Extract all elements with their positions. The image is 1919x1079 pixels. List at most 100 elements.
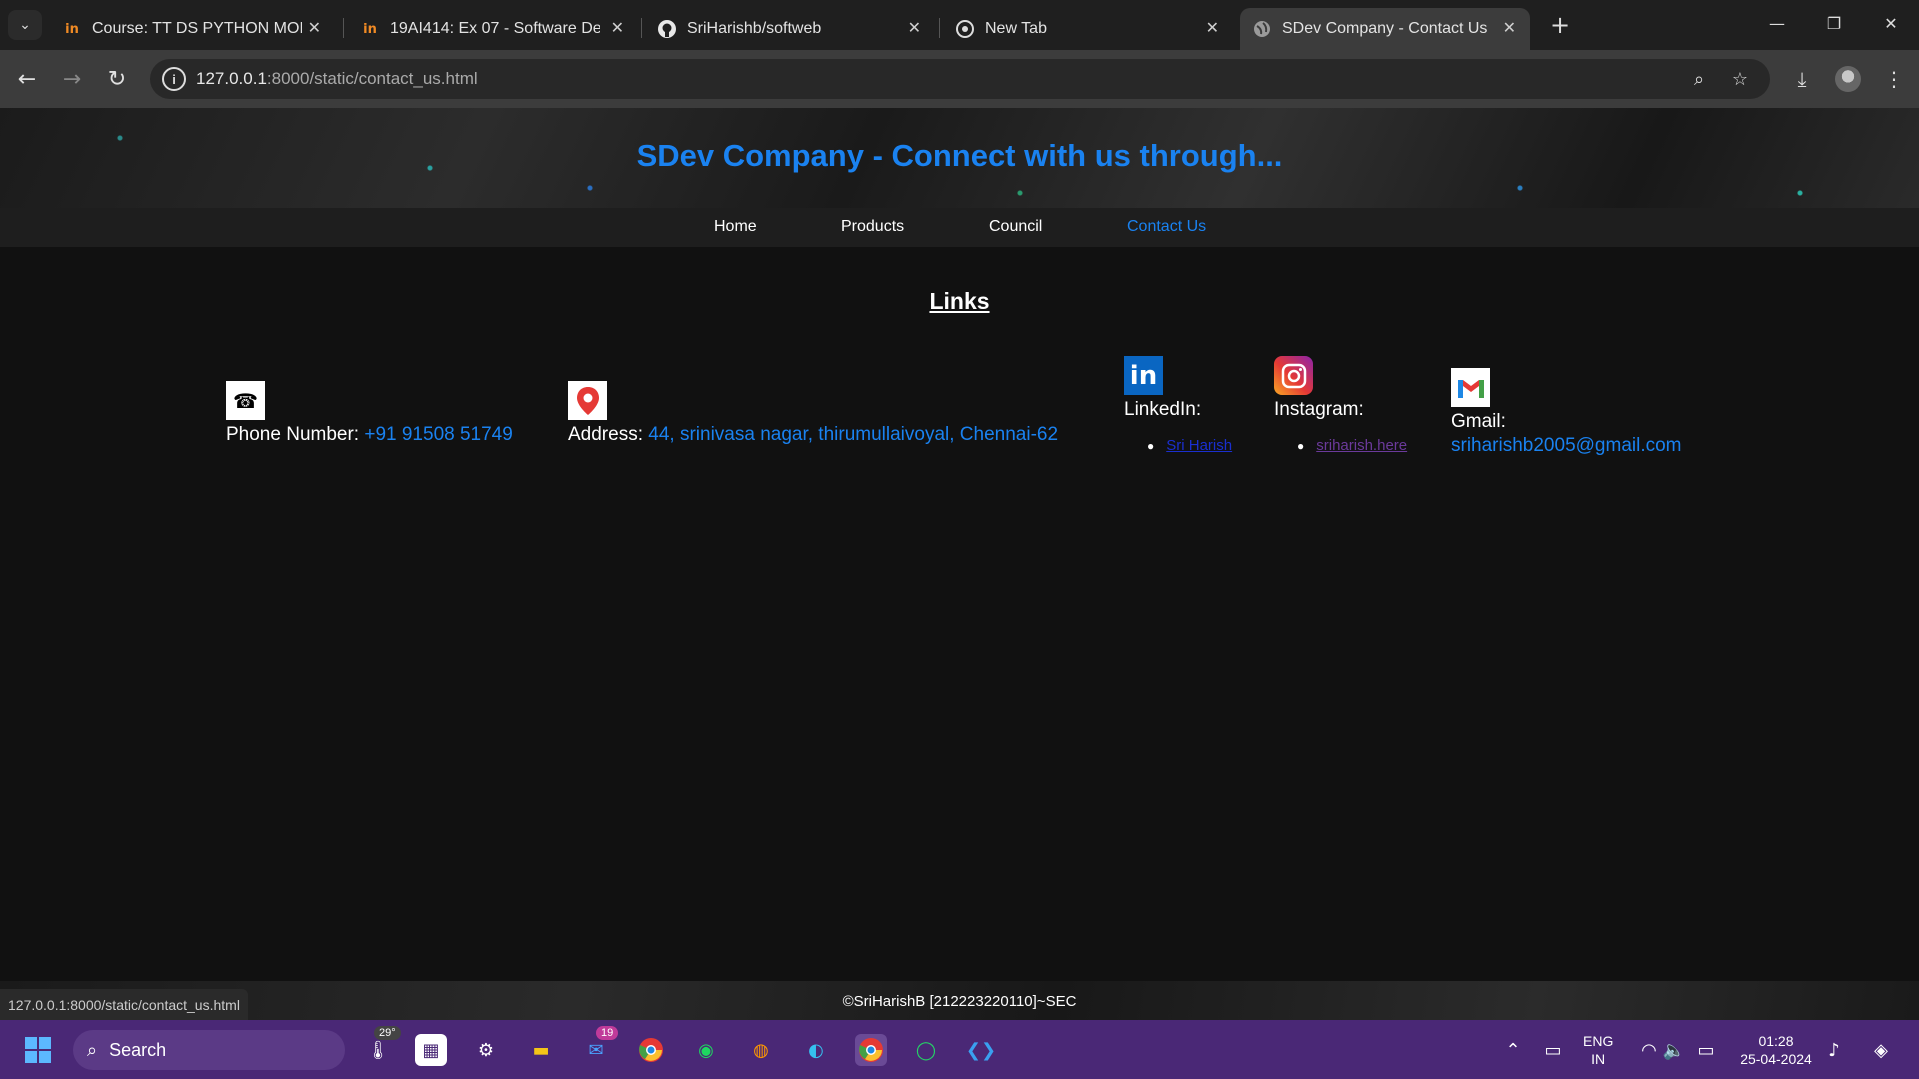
links-heading: Links — [929, 288, 990, 314]
tab-title: Course: TT DS PYTHON MODU — [92, 20, 302, 37]
address-bar[interactable]: i 127.0.0.1:8000/static/contact_us.html … — [150, 59, 1770, 99]
tab-title: SriHarishb/softweb — [687, 20, 822, 37]
bullet: ● — [1297, 439, 1305, 453]
site-info-icon[interactable]: i — [162, 67, 186, 91]
tab-contact-us[interactable]: SDev Company - Contact Us ✕ — [1240, 8, 1530, 50]
header-banner: SDev Company - Connect with us through..… — [0, 108, 1919, 208]
settings-gear-icon[interactable]: ⚙ — [470, 1034, 502, 1066]
phone-row: Phone Number: +91 91508 51749 — [226, 424, 513, 446]
search-icon: ⌕ — [87, 1039, 98, 1061]
phone-value[interactable]: +91 91508 51749 — [364, 424, 512, 445]
tab-favicon: in — [65, 21, 79, 37]
tab-divider — [939, 18, 940, 38]
tab-newtab[interactable]: New Tab ✕ — [943, 8, 1233, 50]
firefox-icon[interactable]: ◍ — [745, 1034, 777, 1066]
close-icon[interactable]: ✕ — [1206, 18, 1219, 37]
instagram-icon — [1274, 356, 1313, 395]
linkedin-list-item: ● Sri Harish — [1147, 437, 1232, 454]
address-row: Address: 44, srinivasa nagar, thirumulla… — [568, 424, 1058, 446]
clock-date: 25-04-2024 — [1740, 1051, 1812, 1067]
download-icon[interactable]: ⤓ — [1786, 64, 1818, 94]
windows-taskbar: ⌕ Search 🌡 29° ▦ ⚙ ▬ ✉ 19 ◉ ◍ ◐ ◯ ❮❯ ⌃ ▭… — [0, 1020, 1919, 1079]
gmail-icon — [1451, 368, 1490, 407]
notification-bell-icon[interactable]: ♪ — [1818, 1034, 1850, 1066]
restore-icon[interactable]: ❐ — [1812, 8, 1856, 38]
close-icon[interactable]: ✕ — [308, 18, 321, 37]
chevron-up-icon[interactable]: ⌃ — [1497, 1034, 1529, 1066]
tab-title: New Tab — [985, 20, 1047, 37]
instagram-label: Instagram: — [1274, 399, 1364, 420]
battery-icon[interactable]: ▭ — [1690, 1034, 1722, 1066]
lang-top: ENG — [1583, 1033, 1614, 1049]
close-icon[interactable]: ✕ — [611, 18, 624, 37]
close-icon[interactable]: ✕ — [1503, 18, 1516, 37]
gmail-value[interactable]: sriharishb2005@gmail.com — [1451, 435, 1682, 456]
instagram-list-item: ● sriharish.here — [1297, 437, 1407, 454]
taskbar-search-placeholder: Search — [109, 1039, 167, 1060]
tab-search-icon[interactable]: ⌄ — [8, 10, 42, 40]
spotify-icon[interactable]: ◉ — [690, 1034, 722, 1066]
close-icon[interactable]: ✕ — [908, 18, 921, 37]
keyboard-icon[interactable]: ▭ — [1537, 1034, 1569, 1066]
browser-toolbar: ← → ↻ i 127.0.0.1:8000/static/contact_us… — [0, 50, 1919, 108]
microsoft-store-icon[interactable]: ▦ — [415, 1034, 447, 1066]
bookmark-star-icon[interactable]: ☆ — [1728, 67, 1752, 91]
globe-icon — [1252, 19, 1272, 39]
lang-bottom: IN — [1591, 1051, 1606, 1067]
close-window-icon[interactable]: ✕ — [1869, 8, 1913, 38]
gmail-row: sriharishb2005@gmail.com — [1451, 435, 1682, 457]
forward-arrow-icon[interactable]: → — [57, 64, 87, 94]
language-indicator[interactable]: ENG IN — [1583, 1032, 1613, 1068]
location-pin-icon — [568, 381, 607, 420]
vscode-icon[interactable]: ❮❯ — [965, 1034, 997, 1066]
linkedin-link[interactable]: Sri Harish — [1166, 437, 1232, 454]
profile-avatar[interactable] — [1835, 66, 1861, 92]
tab-ex07[interactable]: in 19AI414: Ex 07 - Software Deve ✕ — [348, 8, 638, 50]
telephone-icon: ☎ — [226, 381, 265, 420]
whatsapp-icon[interactable]: ◯ — [910, 1034, 942, 1066]
phone-label: Phone Number: — [226, 424, 360, 445]
tab-title: 19AI414: Ex 07 - Software Deve — [390, 20, 600, 37]
tab-divider — [343, 18, 344, 38]
linkedin-icon: in — [1124, 356, 1163, 395]
url-text[interactable]: 127.0.0.1:8000/static/contact_us.html — [196, 69, 478, 89]
menu-kebab-icon[interactable]: ⋮ — [1878, 64, 1910, 94]
address-label: Address: — [568, 424, 643, 445]
reload-icon[interactable]: ↻ — [102, 64, 132, 94]
nav-home[interactable]: Home — [714, 218, 757, 236]
file-explorer-icon[interactable]: ▬ — [525, 1034, 557, 1066]
back-arrow-icon[interactable]: ← — [12, 64, 42, 94]
site-nav: Home Products Council Contact Us — [0, 208, 1919, 247]
nav-council[interactable]: Council — [989, 218, 1042, 236]
edge-icon[interactable]: ◐ — [800, 1034, 832, 1066]
zoom-icon[interactable]: ⌕ — [1687, 67, 1711, 91]
copilot-icon[interactable]: ◈ — [1865, 1034, 1897, 1066]
tab-divider — [641, 18, 642, 38]
linkedin-label: LinkedIn: — [1124, 399, 1202, 420]
browser-tab-bar: ⌄ in Course: TT DS PYTHON MODU ✕ in 19AI… — [0, 0, 1919, 50]
tab-course[interactable]: in Course: TT DS PYTHON MODU ✕ — [50, 8, 335, 50]
taskbar-search-box[interactable]: ⌕ Search — [73, 1030, 345, 1070]
github-icon — [657, 19, 677, 39]
nav-products[interactable]: Products — [841, 218, 904, 236]
tab-github[interactable]: SriHarishb/softweb ✕ — [645, 8, 935, 50]
address-value[interactable]: 44, srinivasa nagar, thirumullaivoyal, C… — [648, 424, 1058, 445]
chrome-icon[interactable] — [635, 1034, 667, 1066]
nav-contact-us[interactable]: Contact Us — [1127, 218, 1206, 236]
url-host: 127.0.0.1 — [196, 69, 267, 88]
page-footer: ©SriHarishB [212223220110]~SEC — [0, 981, 1919, 1020]
url-path: :8000/static/contact_us.html — [266, 69, 478, 88]
windows-start-icon[interactable] — [22, 1034, 54, 1066]
tab-title: SDev Company - Contact Us — [1282, 20, 1488, 37]
chrome-active-icon[interactable] — [855, 1034, 887, 1066]
minimize-icon[interactable]: — — [1755, 8, 1799, 38]
chrome-icon — [955, 19, 975, 39]
mail-badge: 19 — [596, 1026, 619, 1040]
gmail-label: Gmail: — [1451, 411, 1506, 432]
volume-icon[interactable]: 🔈 — [1658, 1034, 1690, 1066]
bullet: ● — [1147, 439, 1155, 453]
instagram-link[interactable]: sriharish.here — [1316, 437, 1407, 454]
clock[interactable]: 01:28 25-04-2024 — [1736, 1032, 1816, 1068]
new-tab-button[interactable]: + — [1545, 10, 1575, 40]
page-viewport: SDev Company - Connect with us through..… — [0, 108, 1919, 1020]
